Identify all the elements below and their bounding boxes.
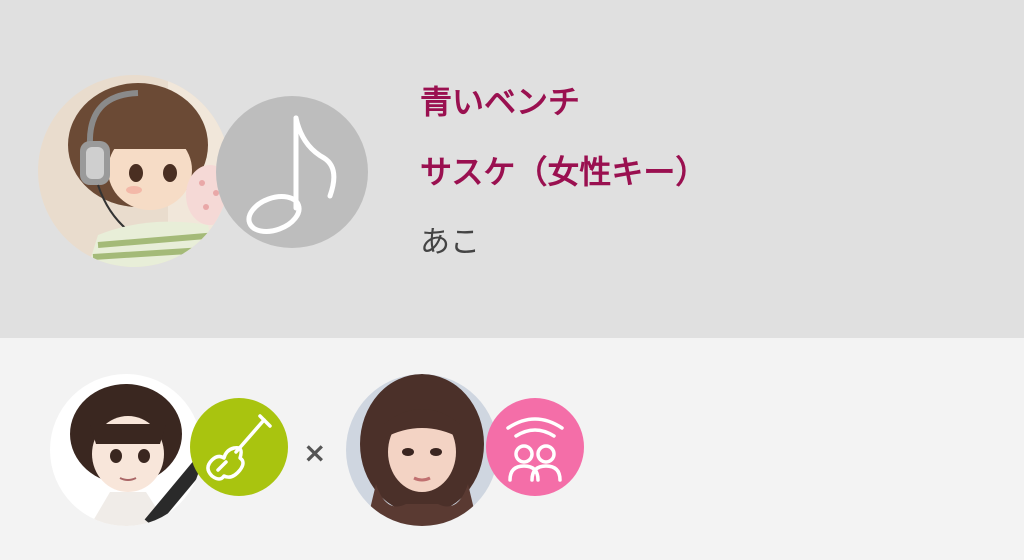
artist-name[interactable]: あこ xyxy=(420,224,480,262)
singers-icon xyxy=(506,417,564,482)
song-header: 青いベンチ サスケ（女性キー） あこ xyxy=(0,0,1024,338)
guitar-badge xyxy=(190,398,288,496)
performer-right-image xyxy=(346,374,498,526)
music-note-icon xyxy=(246,115,337,234)
guitar-icon xyxy=(206,414,272,481)
song-subtitle: サスケ（女性キー） xyxy=(420,153,708,191)
performer-right-avatar[interactable] xyxy=(346,374,498,526)
singer-avatar[interactable] xyxy=(38,75,230,267)
collab-row: × xyxy=(0,338,1024,560)
music-badge xyxy=(216,96,368,248)
singer-avatar-image xyxy=(38,75,230,267)
performer-left-image xyxy=(50,374,202,526)
singers-badge xyxy=(486,398,584,496)
collab-separator: × xyxy=(303,436,327,469)
performer-left-avatar[interactable] xyxy=(50,374,202,526)
song-title: 青いベンチ xyxy=(420,83,581,121)
